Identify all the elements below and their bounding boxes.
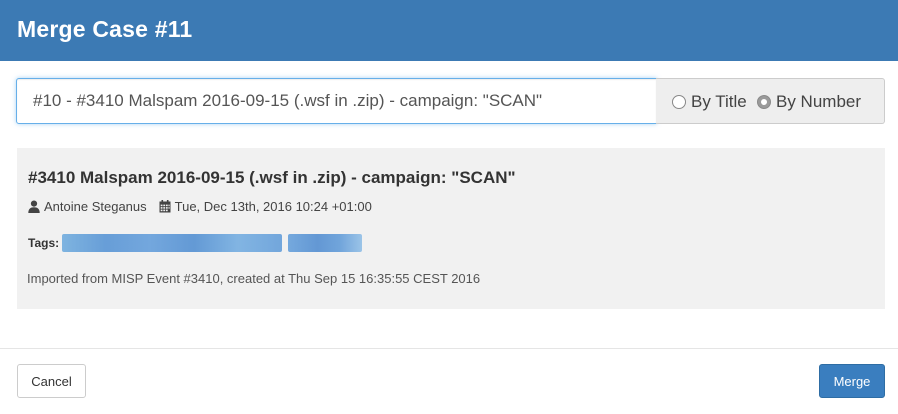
tag-redacted <box>288 234 363 252</box>
merge-case-modal: Merge Case #11 By Title By Number #3410 … <box>0 0 898 414</box>
by-number-radio-circle[interactable] <box>757 95 771 109</box>
case-result-panel[interactable]: #3410 Malspam 2016-09-15 (.wsf in .zip) … <box>17 148 885 309</box>
case-title: #3410 Malspam 2016-09-15 (.wsf in .zip) … <box>28 168 516 187</box>
search-mode-addon: By Title By Number <box>656 78 885 124</box>
case-tags: Tags: <box>28 234 363 252</box>
case-date: Tue, Dec 13th, 2016 10:24 +01:00 <box>174 199 372 214</box>
tags-label: Tags: <box>28 236 60 250</box>
footer-divider <box>0 348 898 349</box>
calendar-icon <box>159 200 171 213</box>
tag-redacted <box>62 234 283 252</box>
case-search-input[interactable] <box>16 78 657 124</box>
case-search-group: By Title By Number <box>16 78 885 124</box>
modal-header: Merge Case #11 <box>0 0 898 61</box>
case-author: Antoine Steganus <box>44 199 147 214</box>
modal-title: Merge Case #11 <box>17 16 193 42</box>
by-number-label: By Number <box>776 92 862 111</box>
merge-button[interactable]: Merge <box>819 364 885 398</box>
case-description: Imported from MISP Event #3410, created … <box>27 271 481 286</box>
by-number-radio[interactable]: By Number <box>757 79 861 125</box>
by-title-radio-circle[interactable] <box>672 95 686 109</box>
case-meta: Antoine Steganus Tue, Dec 13th, 2016 10:… <box>28 199 372 214</box>
user-icon <box>28 200 40 213</box>
by-title-label: By Title <box>691 92 747 111</box>
cancel-button[interactable]: Cancel <box>17 364 86 398</box>
by-title-radio[interactable]: By Title <box>672 79 747 125</box>
